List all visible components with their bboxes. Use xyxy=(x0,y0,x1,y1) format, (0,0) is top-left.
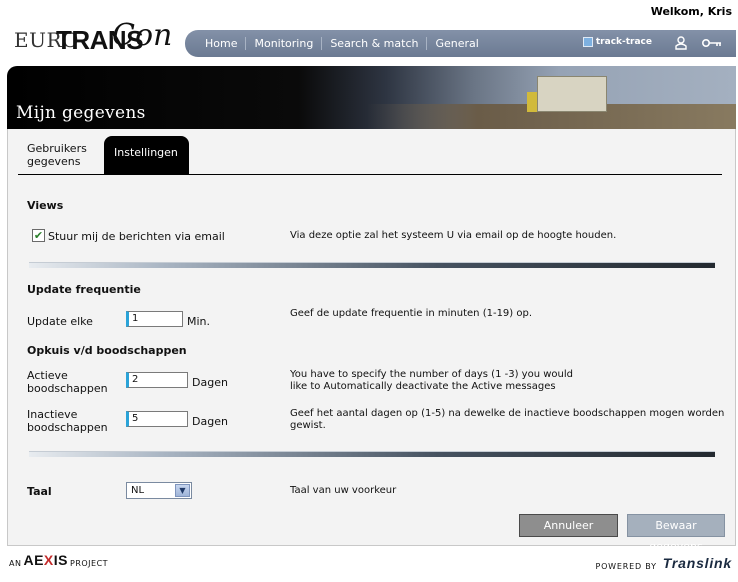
cleanup-title: Opkuis v/d boodschappen xyxy=(27,344,187,357)
tab-user-data-label: Gebruikers gegevens xyxy=(27,142,87,168)
inactive-label: Inactieve boodschappen xyxy=(27,408,108,434)
email-checkbox[interactable]: ✔ xyxy=(32,229,45,242)
cancel-button[interactable]: Annuleer xyxy=(519,514,618,537)
active-label-line1: Actieve xyxy=(27,369,68,382)
inactive-label-line1: Inactieve xyxy=(27,408,78,421)
person-icon[interactable] xyxy=(674,36,688,50)
update-unit: Min. xyxy=(187,315,211,328)
translink-logo: Translink xyxy=(662,555,732,571)
logo-con: Con xyxy=(112,18,173,53)
active-label: Actieve boodschappen xyxy=(27,369,108,395)
footer-aexis: AN AEXIS PROJECT xyxy=(9,552,108,568)
views-title: Views xyxy=(27,199,64,212)
footer-project: PROJECT xyxy=(70,559,109,568)
footer-translink: POWERED BY Translink xyxy=(595,555,732,571)
banner-truck-image xyxy=(537,76,607,112)
tab-settings[interactable]: Instellingen xyxy=(104,136,189,175)
track-trace-label: track-trace xyxy=(595,37,652,47)
section-divider xyxy=(29,451,715,457)
inactive-label-line2: boodschappen xyxy=(27,421,108,434)
inactive-help: Geef het aantal dagen op (1-5) na dewelk… xyxy=(290,408,725,431)
footer-powered-by: POWERED BY xyxy=(595,562,657,571)
nav-home[interactable]: Home xyxy=(197,37,245,50)
active-help: You have to specify the number of days (… xyxy=(290,369,573,393)
active-help-line1: You have to specify the number of days (… xyxy=(290,369,573,380)
inactive-days-input[interactable]: 5 xyxy=(126,411,188,427)
aexis-logo-part1: AE xyxy=(23,552,44,568)
top-navigation: Home Monitoring Search & match General t… xyxy=(185,30,736,57)
nav-general[interactable]: General xyxy=(426,37,486,50)
save-button[interactable]: Bewaar gegevens xyxy=(627,514,725,553)
welcome-text: Welkom, Kris xyxy=(650,5,732,18)
aexis-logo-x: X xyxy=(43,552,54,568)
language-help: Taal van uw voorkeur xyxy=(290,485,397,496)
page-banner: Mijn gegevens xyxy=(7,66,736,129)
update-help: Geef de update frequentie in minuten (1-… xyxy=(290,308,533,319)
nav-monitoring[interactable]: Monitoring xyxy=(245,37,321,50)
update-title: Update frequentie xyxy=(27,283,141,296)
language-selected: NL xyxy=(131,485,145,496)
views-help: Via deze optie zal het systeem U via ema… xyxy=(290,230,617,241)
tab-user-data[interactable]: Gebruikers gegevens xyxy=(27,142,87,168)
track-trace-link[interactable]: track-trace xyxy=(582,37,652,47)
section-divider xyxy=(29,262,715,268)
track-trace-icon xyxy=(582,37,593,47)
chevron-down-icon[interactable]: ▼ xyxy=(175,484,190,497)
aexis-logo-part2: IS xyxy=(53,552,68,568)
tab-divider xyxy=(18,174,722,175)
active-days-input[interactable]: 2 xyxy=(126,372,188,388)
email-checkbox-label: Stuur mij de berichten via email xyxy=(48,230,225,243)
key-icon[interactable] xyxy=(702,38,722,48)
inactive-unit: Dagen xyxy=(192,415,228,428)
active-unit: Dagen xyxy=(192,376,228,389)
language-select[interactable]: NL ▼ xyxy=(126,482,192,499)
active-label-line2: boodschappen xyxy=(27,382,108,395)
nav-search-match[interactable]: Search & match xyxy=(321,37,426,50)
footer-an: AN xyxy=(9,559,22,568)
active-help-line2: like to Automatically deactivate the Act… xyxy=(290,381,556,392)
update-label: Update elke xyxy=(27,315,93,328)
logo: EURO TRANS Con xyxy=(12,18,182,62)
aexis-logo: AEXIS xyxy=(23,552,68,568)
page-title: Mijn gegevens xyxy=(16,103,146,123)
language-title: Taal xyxy=(27,485,52,498)
settings-panel: Gebruikers gegevens Instellingen Views ✔… xyxy=(7,129,736,553)
update-frequency-input[interactable]: 1 xyxy=(126,311,183,327)
